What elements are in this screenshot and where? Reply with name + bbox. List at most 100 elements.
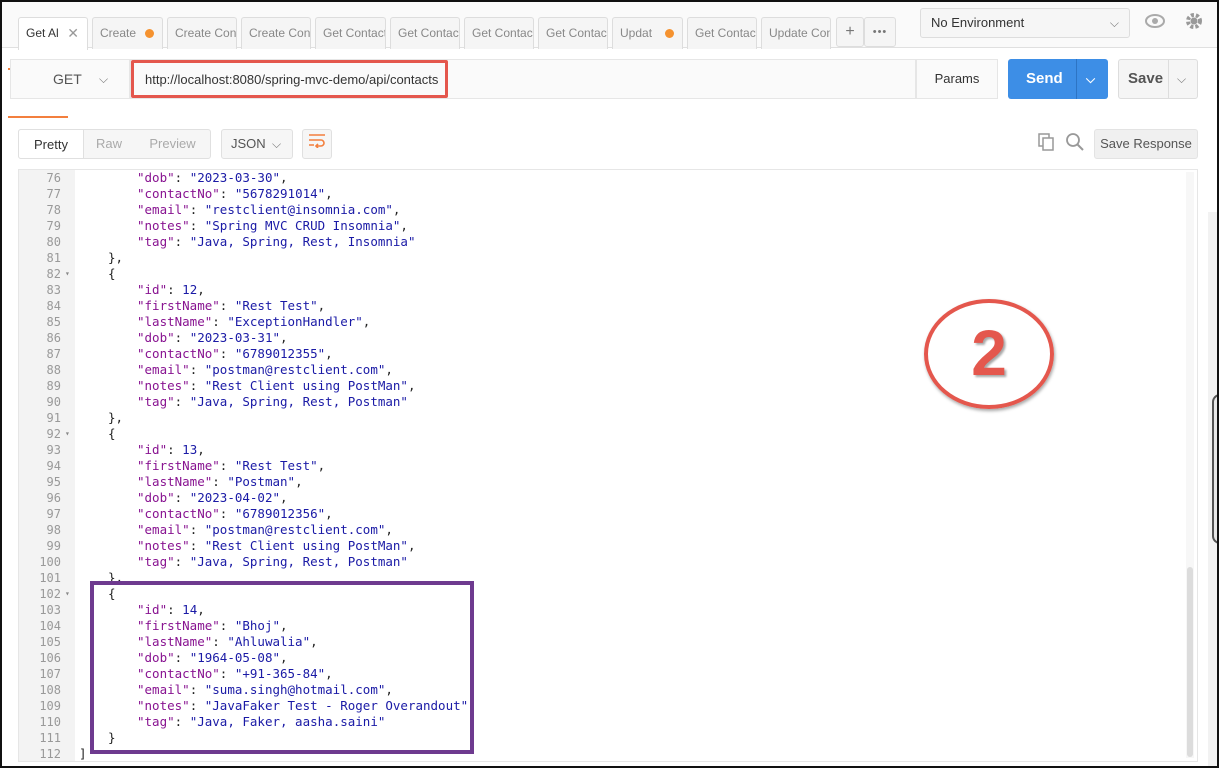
search-icon[interactable] xyxy=(1063,132,1087,156)
more-tabs-button[interactable]: ••• xyxy=(864,17,896,47)
json-value: "Rest Test" xyxy=(234,458,318,473)
json-value: "Rest Test" xyxy=(234,298,318,313)
code-line: "dob": "2023-04-02", xyxy=(137,490,288,505)
line-number: 83 xyxy=(46,283,61,297)
json-key: "dob" xyxy=(137,330,175,345)
code-line: }, xyxy=(108,250,123,266)
json-value: "Spring MVC CRUD Insomnia" xyxy=(204,218,401,233)
tab-bar: + ••• No Environment ⌵ Get Al ✕ Create Crea… xyxy=(2,2,1217,50)
code-line: "dob": "2023-03-31", xyxy=(137,330,288,345)
json-punctuation: { xyxy=(108,426,116,441)
line-number: 78 xyxy=(46,203,61,217)
line-number: 92 xyxy=(46,427,61,441)
fold-toggle-icon[interactable]: ▾ xyxy=(65,266,70,282)
view-raw-button[interactable]: Raw xyxy=(84,129,134,159)
line-number: 79 xyxy=(46,219,61,233)
app-window: + ••• No Environment ⌵ Get Al ✕ Create Crea… xyxy=(0,0,1219,768)
unsaved-dot-icon xyxy=(145,29,154,38)
tab-9[interactable]: Updat xyxy=(612,17,683,49)
save-button[interactable]: Save ⌵ xyxy=(1118,59,1198,99)
json-punctuation: }, xyxy=(108,410,124,425)
line-number: 107 xyxy=(39,667,61,681)
json-key: "dob" xyxy=(137,490,175,505)
tab-5[interactable]: Get Contact xyxy=(315,17,386,49)
code-line: { xyxy=(108,266,116,282)
chevron-down-icon[interactable]: ⌵ xyxy=(1086,59,1095,99)
json-key: "notes" xyxy=(137,218,190,233)
fold-toggle-icon[interactable]: ▾ xyxy=(65,586,70,602)
json-key: "email" xyxy=(137,362,190,377)
tab-3[interactable]: Create Cont xyxy=(167,17,237,49)
code-line: "email": "postman@restclient.com", xyxy=(137,522,393,537)
step-marker: 2 xyxy=(924,299,1054,409)
params-button[interactable]: Params xyxy=(916,59,998,99)
gear-icon[interactable] xyxy=(1181,10,1207,36)
environment-select[interactable]: No Environment ⌵ xyxy=(920,8,1130,38)
eye-icon[interactable] xyxy=(1142,10,1168,36)
new-tab-button[interactable]: + xyxy=(836,17,864,47)
code-line: "firstName": "Rest Test", xyxy=(137,458,326,473)
tab-2[interactable]: Create xyxy=(92,17,163,49)
method-value: GET xyxy=(53,71,82,87)
line-number: 96 xyxy=(46,491,61,505)
line-number: 106 xyxy=(39,651,61,665)
editor-scrollbar-thumb[interactable] xyxy=(1187,567,1193,757)
code-line: "contactNo": "6789012356", xyxy=(137,506,333,521)
tab-7[interactable]: Get Contact xyxy=(464,17,534,49)
line-number: 102 xyxy=(39,587,61,601)
tab-11[interactable]: Update Con xyxy=(761,17,831,49)
json-punctuation: ] xyxy=(79,746,87,761)
tab-6[interactable]: Get Contact xyxy=(390,17,460,49)
tab-1[interactable]: Get Al ✕ xyxy=(18,17,88,50)
code-line: "tag": "Java, Spring, Rest, Insomnia" xyxy=(137,234,416,249)
json-key: "email" xyxy=(137,522,190,537)
chevron-down-icon[interactable]: ⌵ xyxy=(1177,60,1186,98)
line-number: 90 xyxy=(46,395,61,409)
line-number: 109 xyxy=(39,699,61,713)
tab-8[interactable]: Get Contact xyxy=(538,17,608,49)
tab-10[interactable]: Get Contact xyxy=(687,17,757,49)
unsaved-dot-icon xyxy=(665,29,674,38)
code-line: "firstName": "Rest Test", xyxy=(137,298,326,313)
json-value: "2023-03-30" xyxy=(189,170,281,185)
code-line: "email": "restclient@insomnia.com", xyxy=(137,202,401,217)
format-value: JSON xyxy=(231,136,266,151)
tab-4[interactable]: Create Cont xyxy=(241,17,311,49)
json-value: "Rest Client using PostMan" xyxy=(204,538,408,553)
line-number: 110 xyxy=(39,715,61,729)
line-number: 76 xyxy=(46,171,61,185)
json-key: "contactNo" xyxy=(137,506,220,521)
save-response-button[interactable]: Save Response xyxy=(1094,129,1198,159)
view-pretty-button[interactable]: Pretty xyxy=(18,129,84,159)
wrap-lines-icon[interactable] xyxy=(302,129,332,159)
line-number: 91 xyxy=(46,411,61,425)
panel-resize-handle[interactable] xyxy=(1212,394,1217,544)
url-highlight-box xyxy=(131,60,448,98)
code-line: }, xyxy=(108,410,123,426)
send-button[interactable]: Send ⌵ xyxy=(1008,59,1108,99)
json-value: "6789012355" xyxy=(234,346,326,361)
line-number: 111 xyxy=(39,731,61,745)
view-preview-button[interactable]: Preview xyxy=(134,129,211,159)
line-number: 105 xyxy=(39,635,61,649)
close-icon[interactable]: ✕ xyxy=(67,18,79,48)
format-select[interactable]: JSON ⌵ xyxy=(221,129,293,159)
json-value: "Java, Spring, Rest, Postman" xyxy=(189,394,408,409)
method-select[interactable]: GET ⌵ xyxy=(10,59,130,99)
line-number: 87 xyxy=(46,347,61,361)
line-number: 80 xyxy=(46,235,61,249)
json-key: "dob" xyxy=(137,170,175,185)
fold-toggle-icon[interactable]: ▾ xyxy=(65,426,70,442)
code-line: "dob": "2023-03-30", xyxy=(137,170,288,185)
step-number: 2 xyxy=(971,317,1007,389)
tab-label: Create Cont xyxy=(175,26,237,40)
json-value: 13 xyxy=(182,442,198,457)
json-key: "lastName" xyxy=(137,314,213,329)
json-key: "contactNo" xyxy=(137,186,220,201)
code-line: "id": 12, xyxy=(137,282,205,297)
json-value: 12 xyxy=(182,282,198,297)
json-key: "notes" xyxy=(137,378,190,393)
save-divider xyxy=(1168,60,1169,98)
line-number: 81 xyxy=(46,251,61,265)
copy-icon[interactable] xyxy=(1034,132,1058,156)
